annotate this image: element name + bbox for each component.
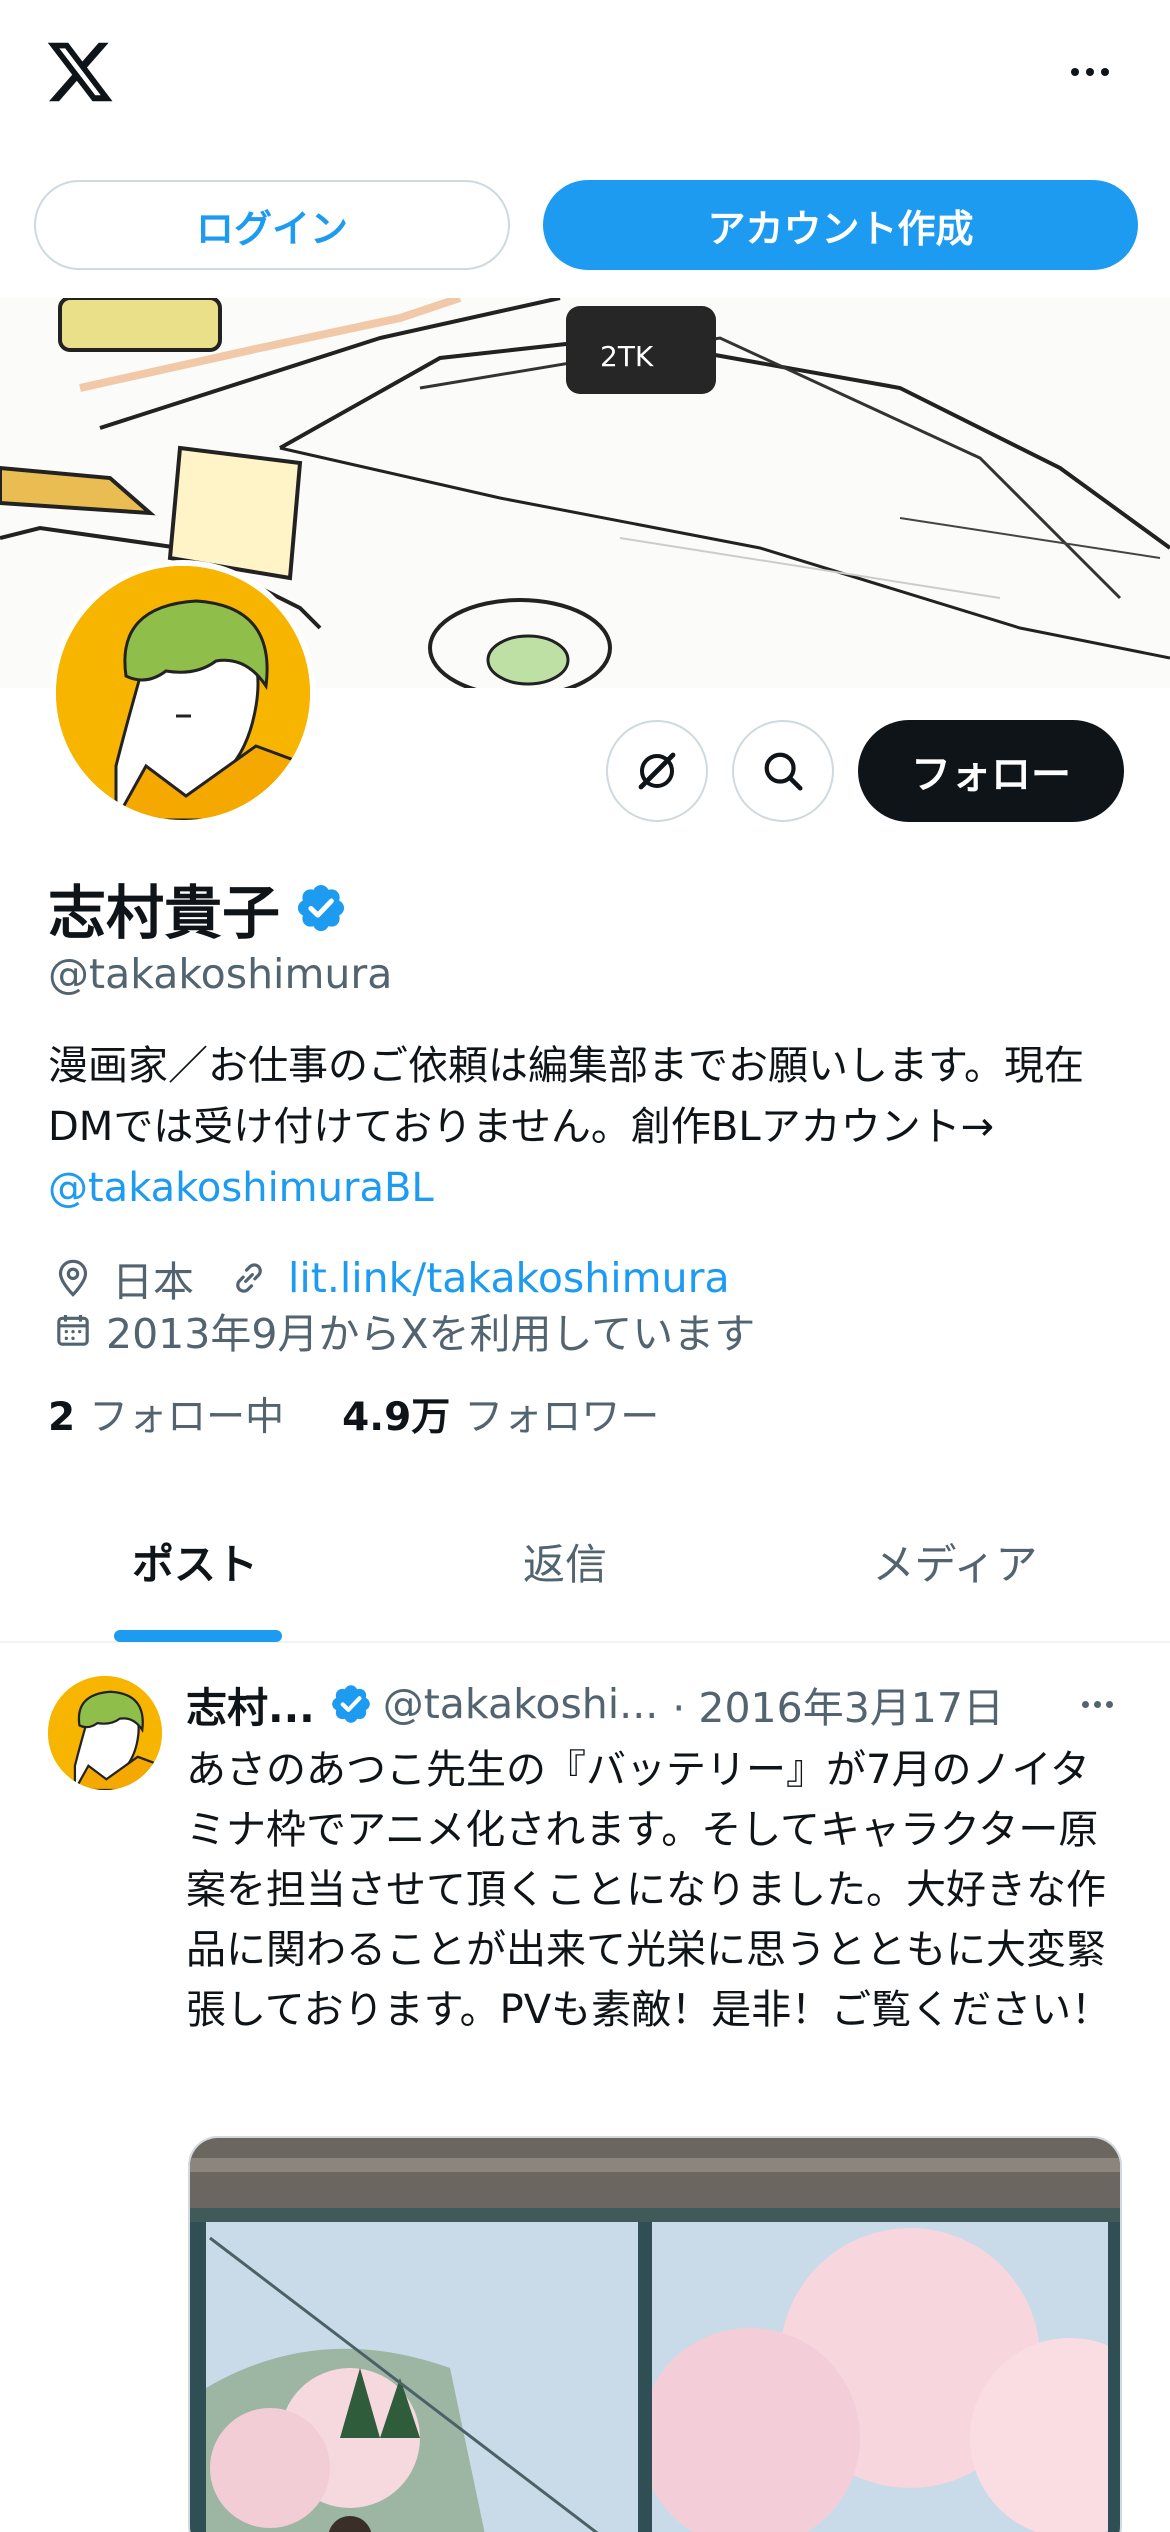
active-tab-indicator [114, 1630, 282, 1642]
profile-avatar[interactable] [50, 560, 316, 826]
search-icon [764, 752, 803, 791]
signup-button[interactable]: アカウント作成 [543, 180, 1138, 270]
verified-badge-icon [297, 884, 345, 932]
profile-name: 志村貴子 [48, 879, 281, 947]
profile-meta: 日本 lit.link/takakoshimura [48, 1250, 730, 1306]
post-text: あさのあつこ先生の『バッテリー』が7月のノイタミナ枠でアニメ化されます。そしてキ… [186, 1747, 1112, 2033]
login-button[interactable]: ログイン [34, 180, 510, 270]
tab-posts[interactable]: ポスト [0, 1480, 390, 1643]
profile-handle: @takakoshimura [48, 950, 393, 998]
verified-badge-icon [331, 1685, 370, 1723]
x-logo-icon[interactable] [44, 36, 116, 108]
followers-stat[interactable]: 4.9万 フォロワー [342, 1386, 659, 1442]
post-avatar[interactable] [48, 1676, 162, 1790]
post-date[interactable]: · 2016年3月17日 [672, 1674, 1004, 1734]
more-icon[interactable] [1050, 46, 1130, 98]
link-icon [224, 1253, 274, 1303]
profile-joined: 2013年9月からXを利用しています [48, 1302, 755, 1358]
website-link[interactable]: lit.link/takakoshimura [288, 1254, 730, 1302]
calendar-icon [48, 1305, 98, 1355]
bio-mention-link[interactable]: @takakoshimuraBL [48, 1158, 1128, 1219]
profile-bio: 漫画家／お仕事のご依頼は編集部までお願いします。現在DMでは受け付けておりません… [48, 1036, 1128, 1219]
location-text: 日本 [112, 1258, 194, 1306]
location-icon [48, 1253, 98, 1303]
grok-button[interactable] [606, 720, 708, 822]
follow-button[interactable]: フォロー [858, 720, 1124, 822]
following-stat[interactable]: 2 フォロー中 [48, 1386, 284, 1442]
grok-icon [638, 752, 676, 790]
profile-name-row: 志村貴子 [48, 866, 348, 950]
tab-replies[interactable]: 返信 [390, 1480, 740, 1643]
bio-text: 漫画家／お仕事のご依頼は編集部までお願いします。現在DMでは受け付けておりません… [48, 1043, 1084, 1150]
post-header: 志村... @takakoshi... · 2016年3月17日 [186, 1676, 1146, 1732]
joined-text: 2013年9月からXを利用しています [106, 1310, 756, 1358]
follow-stats: 2 フォロー中 4.9万 フォロワー [48, 1384, 659, 1444]
post-media-image[interactable] [188, 2136, 1122, 2532]
profile-tabs: ポスト 返信 メディア [0, 1480, 1170, 1643]
post-more-icon[interactable] [1072, 1684, 1122, 1724]
post-author-handle[interactable]: @takakoshi... [383, 1680, 659, 1728]
svg-text:2TK: 2TK [600, 340, 654, 373]
post-author-name[interactable]: 志村... [186, 1674, 315, 1734]
tab-media[interactable]: メディア [740, 1480, 1170, 1643]
top-bar [0, 0, 1170, 160]
search-button[interactable] [732, 720, 834, 822]
